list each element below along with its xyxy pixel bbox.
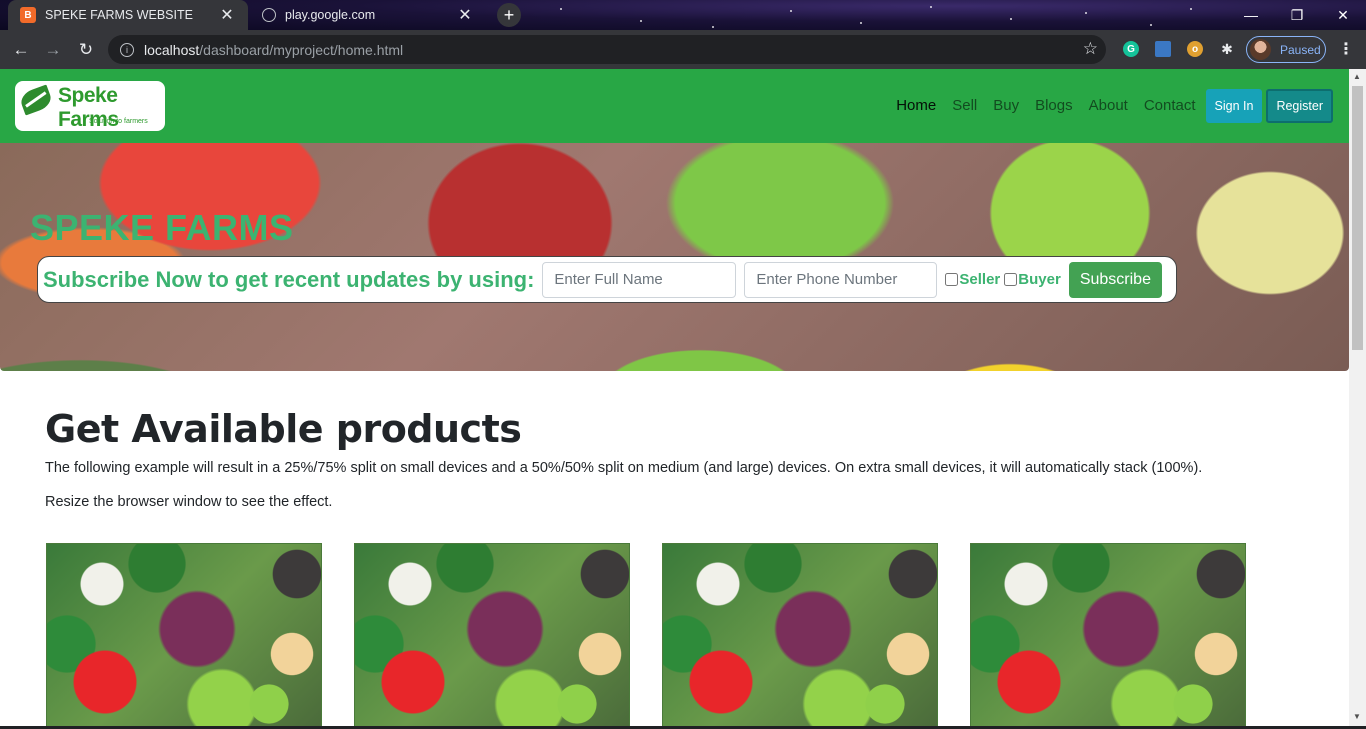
extension-screen-icon[interactable] [1155, 41, 1171, 57]
kebab-menu-icon[interactable]: ⋮ [1338, 39, 1354, 59]
reload-button[interactable]: ↻ [74, 38, 98, 62]
seller-checkbox-label[interactable]: Seller [945, 271, 1000, 288]
avatar [1250, 39, 1271, 60]
nav-buy[interactable]: Buy [985, 88, 1027, 124]
leaf-logo-icon [18, 84, 54, 116]
address-bar[interactable]: i localhost/dashboard/myproject/home.htm… [108, 35, 1106, 64]
full-name-input[interactable] [542, 261, 737, 298]
sign-in-button[interactable]: Sign In [1205, 89, 1263, 123]
nav-links: Home Sell Buy Blogs About Contact Sign I… [888, 88, 1333, 124]
site-logo[interactable]: Speke Farms Solution to farmers [15, 81, 165, 131]
tab-title: SPEKE FARMS WEBSITE [45, 8, 193, 22]
subscribe-button[interactable]: Subscribe [1068, 261, 1162, 298]
new-tab-button[interactable]: + [497, 3, 521, 27]
register-button[interactable]: Register [1266, 89, 1333, 123]
scrollbar-thumb[interactable] [1352, 86, 1363, 350]
browser-tab-bar: B SPEKE FARMS WEBSITE ✕ play.google.com … [0, 0, 1366, 30]
nav-sell[interactable]: Sell [944, 88, 985, 124]
profile-status: Paused [1280, 42, 1321, 57]
forward-button[interactable]: → [41, 38, 65, 62]
page-viewport: Speke Farms Solution to farmers Home Sel… [0, 69, 1349, 726]
intro-paragraph: The following example will result in a 2… [45, 460, 1203, 476]
hero-banner: SPEKE FARMS Subscribe Now to get recent … [0, 143, 1349, 371]
url-host: localhost [144, 41, 200, 58]
logo-tagline: Solution to farmers [89, 118, 148, 125]
buyer-checkbox[interactable] [1004, 273, 1018, 286]
close-window-button[interactable]: ✕ [1320, 0, 1366, 30]
product-grid [46, 543, 1278, 726]
tab-speke-farms[interactable]: B SPEKE FARMS WEBSITE ✕ [8, 0, 248, 30]
nav-about[interactable]: About [1081, 88, 1136, 124]
bookmark-star-icon[interactable]: ☆ [1083, 39, 1098, 59]
product-image[interactable] [662, 543, 938, 726]
main-content: Get Available products The following exa… [45, 407, 1305, 510]
page-scrollbar[interactable]: ▲ ▼ [1349, 69, 1366, 726]
subscribe-label: Subscribe Now to get recent updates by u… [43, 266, 535, 292]
tab-title: play.google.com [285, 8, 376, 22]
extension-owl-icon[interactable]: o [1187, 41, 1203, 57]
product-image[interactable] [354, 543, 630, 726]
restore-button[interactable]: ❐ [1274, 0, 1320, 30]
tab-play-google[interactable]: play.google.com ✕ [250, 0, 486, 30]
buyer-label: Buyer [1018, 271, 1061, 288]
grammarly-icon[interactable]: G [1123, 41, 1139, 57]
info-icon[interactable]: i [120, 42, 134, 57]
back-button[interactable]: ← [9, 38, 33, 62]
hero-title: SPEKE FARMS [30, 207, 294, 248]
seller-label: Seller [959, 271, 1001, 288]
browser-toolbar: ← → ↻ i localhost/dashboard/myproject/ho… [0, 30, 1366, 69]
seller-checkbox[interactable] [945, 273, 959, 286]
minimize-button[interactable]: — [1228, 0, 1274, 30]
extensions-puzzle-icon[interactable]: ✱ [1219, 41, 1235, 57]
resize-note: Resize the browser window to see the eff… [45, 494, 333, 510]
brand-icon: B [20, 7, 36, 23]
product-image[interactable] [970, 543, 1246, 726]
nav-blogs[interactable]: Blogs [1027, 88, 1081, 124]
close-icon[interactable]: ✕ [456, 5, 474, 25]
nav-home[interactable]: Home [888, 88, 944, 124]
profile-button[interactable]: Paused [1246, 36, 1326, 63]
product-image[interactable] [46, 543, 322, 726]
scroll-up-icon[interactable]: ▲ [1353, 72, 1361, 81]
site-navbar: Speke Farms Solution to farmers Home Sel… [0, 69, 1349, 143]
scroll-down-icon[interactable]: ▼ [1353, 712, 1361, 721]
url-path: /dashboard/myproject/home.html [199, 41, 404, 58]
phone-number-input[interactable] [744, 261, 938, 298]
nav-contact[interactable]: Contact [1136, 88, 1204, 124]
subscribe-form: Subscribe Now to get recent updates by u… [37, 256, 1177, 303]
buyer-checkbox-label[interactable]: Buyer [1004, 271, 1061, 288]
globe-icon [262, 8, 276, 22]
page-title: Get Available products [45, 407, 522, 451]
close-icon[interactable]: ✕ [218, 5, 236, 25]
